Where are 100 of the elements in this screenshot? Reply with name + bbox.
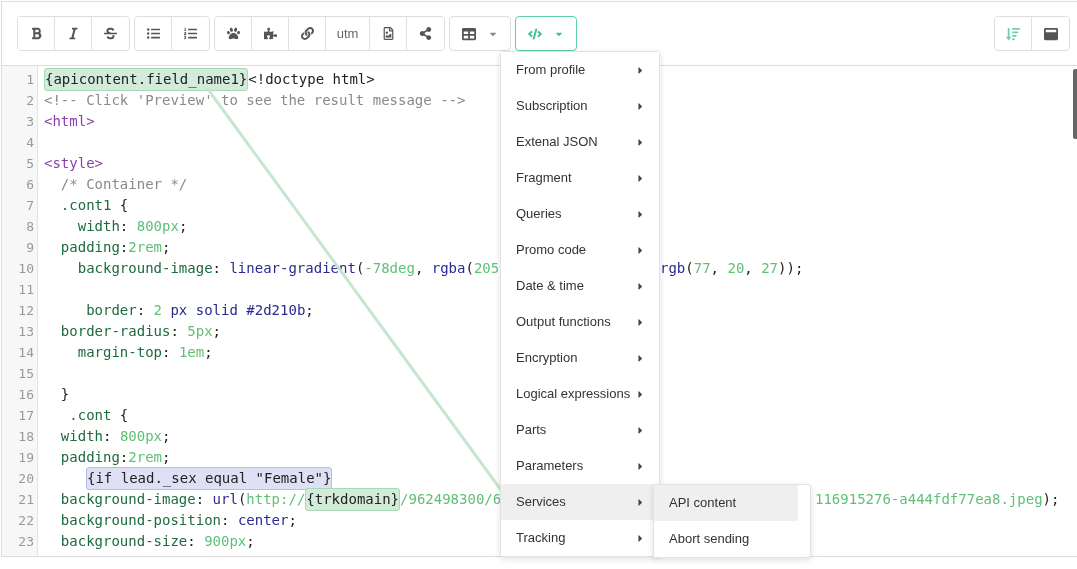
menu-item-label: Tracking	[516, 529, 567, 548]
menu-item-label: Parameters	[516, 457, 585, 476]
menu-item[interactable]: Extenal JSON	[501, 124, 659, 160]
line-number: 9	[25, 239, 35, 257]
code-token: :	[195, 490, 206, 509]
code-token: background-position	[59, 511, 221, 530]
code-token: http://	[246, 490, 306, 509]
menu-item-label: Logical expressions	[516, 385, 632, 404]
variable-tag[interactable]: {if lead._sex equal "Female"}	[86, 467, 333, 490]
code-token: width	[76, 217, 120, 236]
code-token: ;	[162, 238, 171, 257]
code-token: rgb	[660, 259, 686, 278]
line-number: 6	[25, 176, 35, 194]
code-token: width	[59, 427, 103, 446]
code-token: .cont	[68, 406, 112, 425]
code-token: (	[355, 259, 365, 278]
code-token: ,	[710, 259, 721, 278]
line-number: 13	[17, 323, 35, 341]
code-token: 116915276-a444fdf77ea8.jpeg	[815, 490, 1043, 509]
code-token: ;	[162, 427, 171, 446]
code-token: :	[170, 322, 180, 341]
line-number: 3	[25, 113, 35, 131]
paw-button[interactable]	[215, 17, 252, 50]
scrollbar-thumb[interactable]	[1073, 69, 1077, 139]
code-token: border-radius	[59, 322, 171, 341]
menu-item[interactable]: Output functions	[501, 304, 659, 340]
code-token: rgba	[431, 259, 466, 278]
line-number: 15	[17, 365, 35, 383]
code-token: ;	[212, 322, 222, 341]
submenu-item[interactable]: Abort sending	[654, 521, 798, 557]
menu-item[interactable]: Parameters	[501, 448, 659, 484]
line-number: 7	[25, 197, 35, 215]
code-token: ;	[162, 448, 171, 467]
code-token: <style>	[44, 154, 103, 173]
code-token: 205	[473, 259, 500, 278]
code-token: <!doctype html>	[248, 70, 375, 89]
submenu-item[interactable]: API content	[654, 485, 798, 521]
window-icon	[1043, 26, 1058, 41]
code-token: :	[136, 301, 147, 320]
menu-item-label: Queries	[516, 205, 563, 224]
italic-icon	[66, 27, 80, 40]
menu-item[interactable]: Promo code	[501, 232, 659, 268]
menu-item-label: From profile	[516, 61, 587, 80]
menu-item[interactable]: Logical expressions	[501, 376, 659, 412]
code-token: /962498300/6	[400, 490, 502, 509]
code-token: ));	[778, 259, 804, 278]
code-icon	[528, 26, 542, 41]
code-token: 27	[761, 259, 779, 278]
code-token: :	[119, 238, 129, 257]
code-token: 20	[727, 259, 745, 278]
code-token: :	[119, 448, 129, 467]
menu-item[interactable]: Fragment	[501, 160, 659, 196]
table-dropdown[interactable]	[449, 16, 511, 51]
strikethrough-icon	[104, 27, 117, 40]
menu-item-label: Date & time	[516, 277, 585, 296]
code-token: {	[118, 406, 129, 425]
code-token: 1em	[178, 343, 205, 362]
menu-item[interactable]: Parts	[501, 412, 659, 448]
bold-button[interactable]	[18, 17, 55, 50]
line-number: 22	[17, 512, 35, 530]
code-token: background-image	[59, 490, 196, 509]
numbered-list-icon	[184, 27, 197, 40]
bullet-list-icon	[146, 27, 160, 40]
code-token: 800px	[119, 427, 163, 446]
line-number: 21	[17, 491, 35, 509]
code-token: :	[221, 511, 231, 530]
code-token: (	[685, 259, 694, 278]
variable-tag[interactable]: {trkdomain}	[305, 488, 401, 511]
line-number: 5	[25, 155, 35, 173]
line-number: 19	[17, 449, 35, 467]
menu-item[interactable]: Encryption	[501, 340, 659, 376]
code-token: padding	[59, 238, 120, 257]
code-token: {	[118, 196, 129, 215]
code-token: center	[237, 511, 289, 530]
bold-icon	[29, 27, 43, 40]
bullet-list-button[interactable]	[135, 17, 172, 50]
line-number: 12	[17, 302, 35, 320]
menu-item-label: Extenal JSON	[516, 133, 599, 152]
line-number: 11	[17, 281, 35, 299]
menu-item-label: Promo code	[516, 241, 588, 260]
code-token: ,	[744, 259, 754, 278]
line-number: 10	[17, 260, 35, 278]
menu-item[interactable]: Queries	[501, 196, 659, 232]
code-token: border	[85, 301, 137, 320]
code-token: ,	[414, 259, 425, 278]
line-number: 14	[17, 344, 35, 362]
menu-item-label: Services	[516, 493, 567, 512]
menu-item-label: Encryption	[516, 349, 579, 368]
code-token: 5px	[187, 322, 213, 341]
code-token: linear-gradient	[229, 259, 356, 278]
menu-item[interactable]: Date & time	[501, 268, 659, 304]
code-token: 800px	[136, 217, 179, 236]
menu-item[interactable]: Subscription	[501, 88, 659, 124]
variable-tag[interactable]: {apicontent.field_name1}	[44, 68, 249, 91]
line-number: 4	[25, 134, 35, 152]
code-token: <!-- Click 'Preview' to see the result message -->	[44, 91, 466, 110]
menu-item[interactable]: From profile	[501, 52, 659, 88]
code-token: <html>	[44, 112, 95, 131]
code-token: 2rem	[128, 238, 162, 257]
code-token: );	[1042, 490, 1060, 509]
